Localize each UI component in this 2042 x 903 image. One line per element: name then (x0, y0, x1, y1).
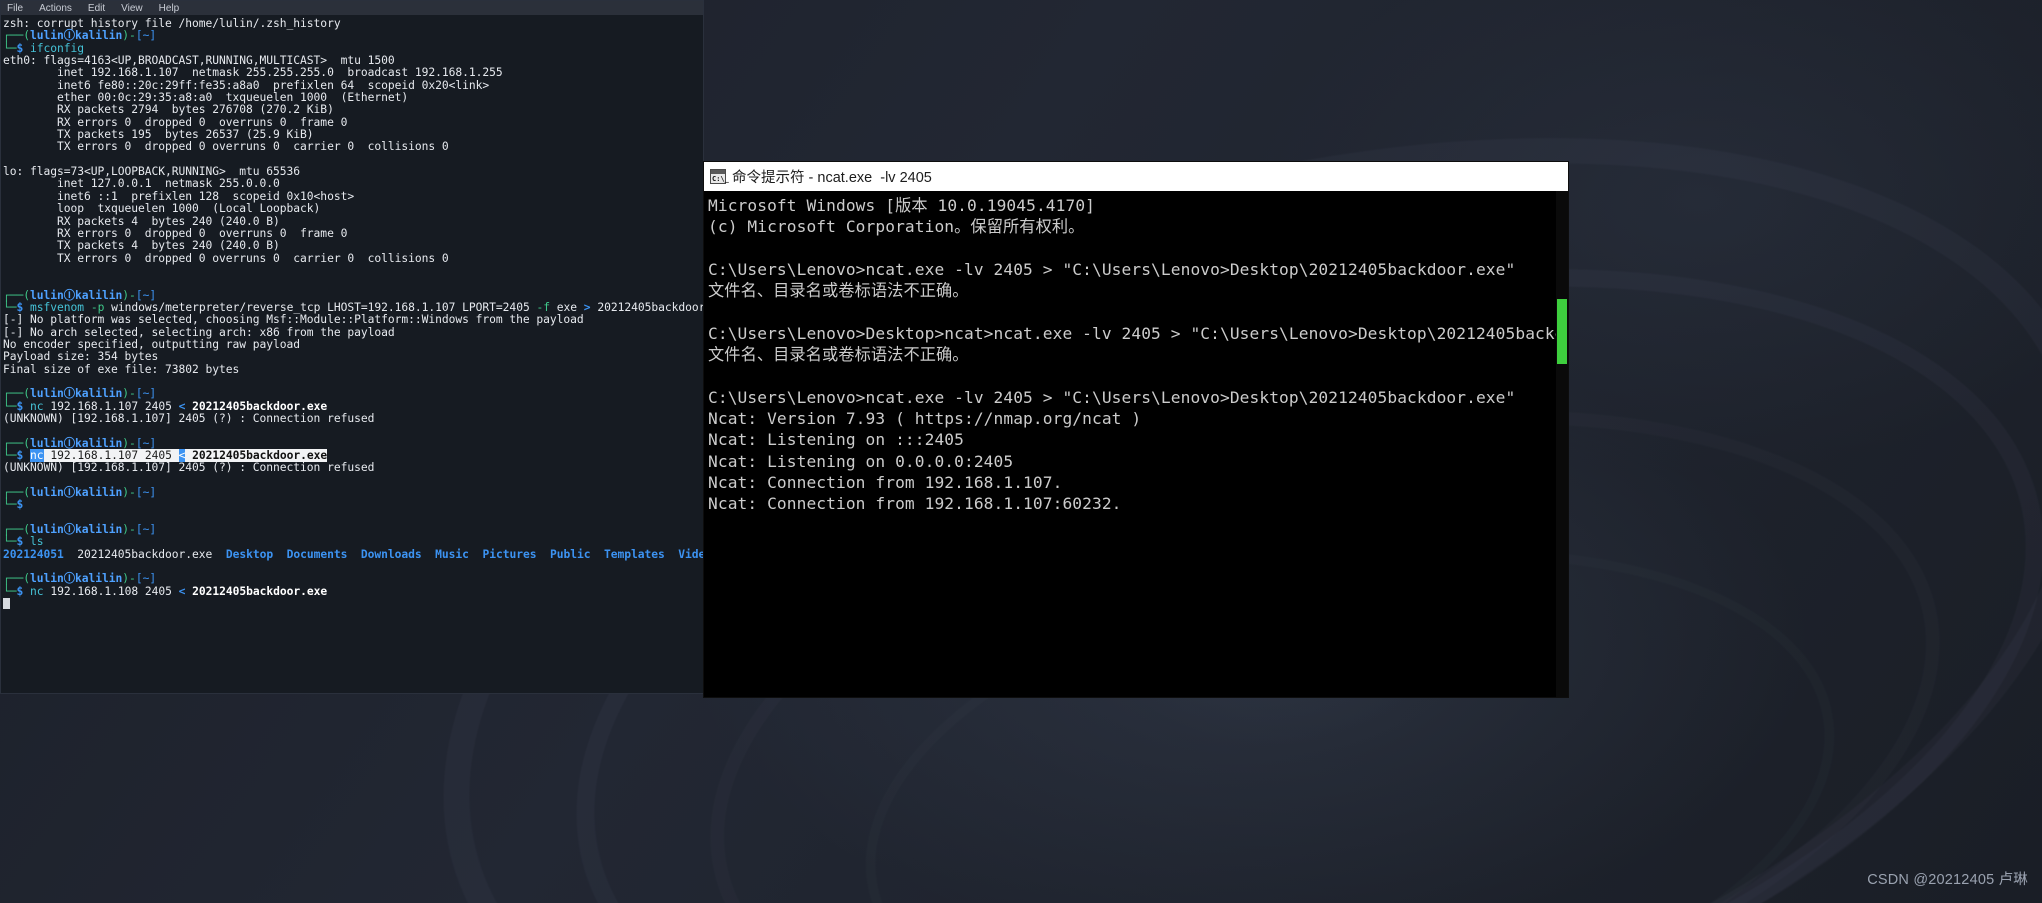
cmd-console-icon: C:\_ (710, 169, 729, 184)
cmd-output-line: Ncat: Connection from 192.168.1.107:6023… (708, 494, 1122, 514)
terminal-prompt-line: ┌──(lulinⒾkalilin)-[~] (3, 523, 157, 537)
cmd-scrollbar-thumb[interactable] (1557, 299, 1567, 364)
terminal-output-line: (UNKNOWN) [192.168.1.107] 2405 (?) : Con… (3, 461, 375, 475)
cmd-blank-line (708, 301, 1568, 322)
menu-file[interactable]: File (7, 3, 23, 14)
terminal-command-line: └─$ nc 192.168.1.108 2405 < 20212405back… (3, 584, 328, 598)
terminal-output-area[interactable]: zsh: corrupt history file /home/lulin/.z… (1, 15, 703, 693)
cmd-window-title: 命令提示符 - ncat.exe -lv 2405 (732, 170, 932, 186)
cmd-output-line: C:\Users\Lenovo>ncat.exe -lv 2405 > "C:\… (708, 259, 1516, 279)
terminal-output-line: (UNKNOWN) [192.168.1.107] 2405 (?) : Con… (3, 412, 375, 425)
cmd-output-line: (c) Microsoft Corporation。保留所有权利。 (708, 217, 1085, 237)
cmd-icon-glyph: C:\_ (712, 175, 729, 183)
kali-terminal-window[interactable]: File Actions Edit View Help zsh: corrupt… (0, 0, 704, 694)
windows-cmd-window[interactable]: C:\_ 命令提示符 - ncat.exe -lv 2405 Microsoft… (704, 162, 1568, 697)
cmd-output-line: Ncat: Connection from 192.168.1.107. (708, 472, 1063, 492)
terminal-command-line: └─$ (3, 498, 24, 512)
watermark-text: CSDN @20212405 卢琳 (1867, 872, 2028, 888)
cmd-scrollbar[interactable] (1556, 191, 1568, 697)
cmd-output-line: C:\Users\Lenovo>Desktop>ncat>ncat.exe -l… (708, 323, 1568, 343)
menu-edit[interactable]: Edit (88, 3, 105, 14)
terminal-cursor[interactable] (3, 598, 703, 611)
cmd-blank-line (708, 238, 1568, 259)
terminal-menubar[interactable]: File Actions Edit View Help (1, 1, 703, 15)
menu-help[interactable]: Help (159, 3, 180, 14)
terminal-prompt-line: ┌──(lulinⒾkalilin)-[~] (3, 486, 157, 500)
menu-actions[interactable]: Actions (39, 3, 72, 14)
cmd-output-area[interactable]: Microsoft Windows [版本 10.0.19045.4170] (c… (704, 191, 1568, 697)
cmd-output-line: Ncat: Version 7.93 ( https://nmap.org/nc… (708, 408, 1142, 428)
cmd-blank-line (708, 365, 1568, 386)
cmd-output-line: 文件名、目录名或卷标语法不正确。 (708, 281, 969, 301)
terminal-output-line: Final size of exe file: 73802 bytes (3, 362, 240, 376)
cmd-output-line: Ncat: Listening on 0.0.0.0:2405 (708, 451, 1014, 471)
terminal-ls-output: 202124051 20212405backdoor.exe Desktop D… (3, 547, 703, 561)
terminal-output-line: TX errors 0 dropped 0 overruns 0 carrier… (3, 251, 449, 265)
menu-view[interactable]: View (121, 3, 143, 14)
cmd-output-line: Ncat: Listening on :::2405 (708, 430, 964, 450)
terminal-prompt-line: ┌──(lulinⒾkalilin)-[~] (3, 29, 157, 43)
cmd-titlebar[interactable]: C:\_ 命令提示符 - ncat.exe -lv 2405 (704, 162, 1568, 191)
cmd-output-line: C:\Users\Lenovo>ncat.exe -lv 2405 > "C:\… (708, 387, 1516, 407)
terminal-output-line: TX errors 0 dropped 0 overruns 0 carrier… (3, 140, 449, 154)
cmd-output-line: Microsoft Windows [版本 10.0.19045.4170] (708, 196, 1096, 215)
cmd-output-line: 文件名、目录名或卷标语法不正确。 (708, 345, 969, 365)
